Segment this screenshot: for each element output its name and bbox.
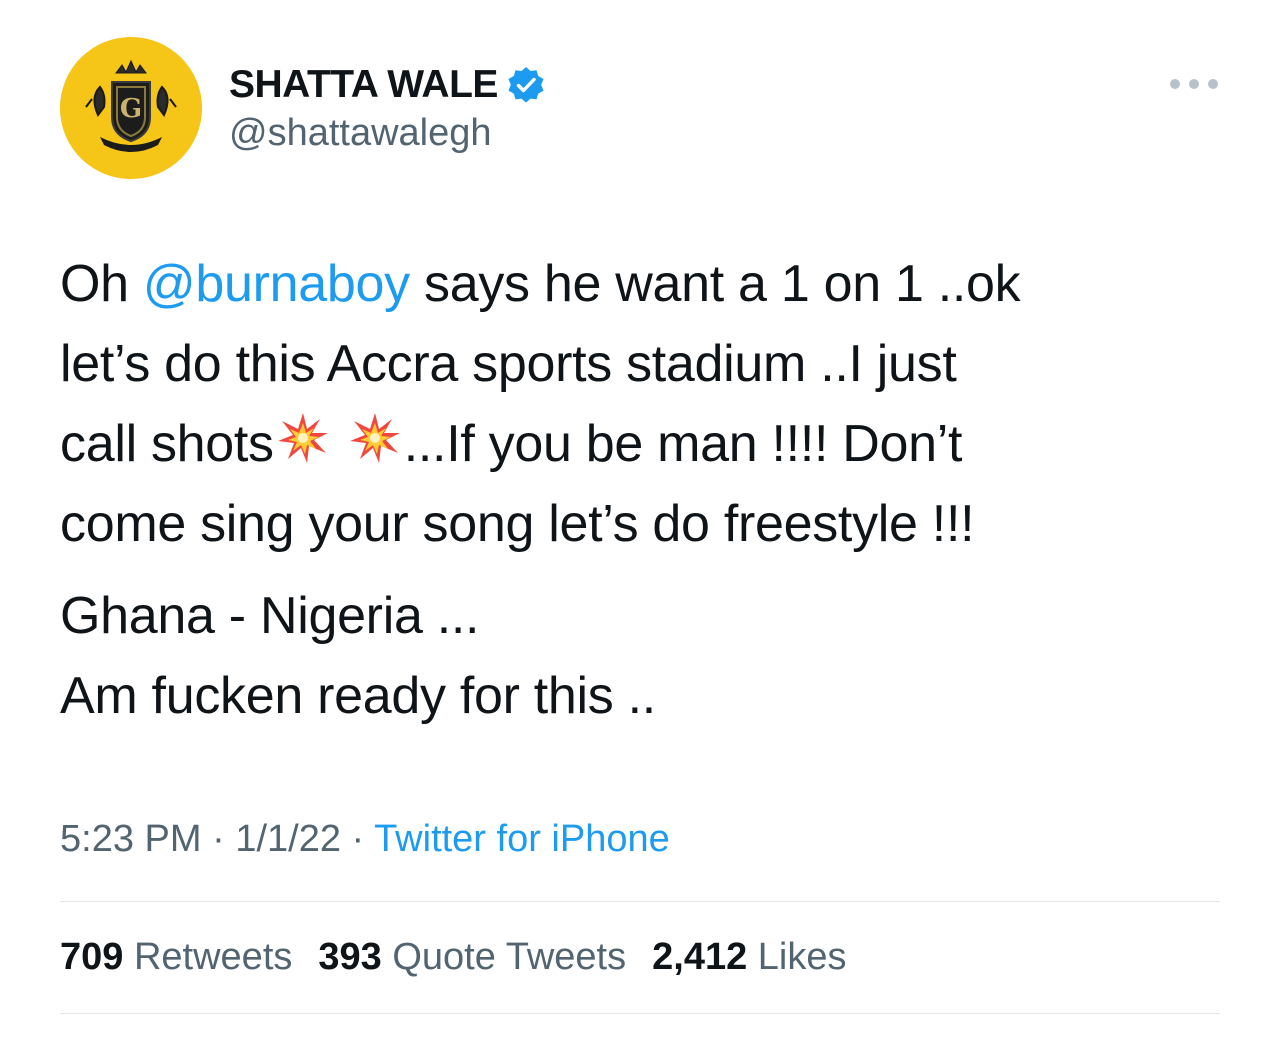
author-handle[interactable]: @shattawalegh [229, 112, 492, 155]
tweet-line-5: Ghana - Nigeria ... [60, 587, 480, 645]
crest-logo-icon: G [60, 37, 202, 179]
avatar[interactable]: G [60, 37, 202, 179]
retweets-stat[interactable]: 709 Retweets [60, 936, 292, 979]
likes-stat[interactable]: 2,412 Likes [652, 936, 846, 979]
tweet-card: G SHATTA WALE @shattawalegh Oh @burnaboy… [0, 0, 1280, 1038]
tweet-line-1: Oh @burnaboy says he want a 1 on 1 ..ok [60, 255, 1021, 313]
more-options-icon[interactable] [1170, 70, 1218, 98]
tweet-line-2: let’s do this Accra sports stadium ..I j… [60, 335, 957, 393]
collision-emoji-icon [346, 409, 404, 467]
tweet-meta: 5:23 PM · 1/1/22 · Twitter for iPhone [60, 818, 670, 860]
verified-badge-icon [506, 65, 546, 105]
tweet-text: Oh @burnaboy says he want a 1 on 1 ..ok … [60, 244, 1230, 736]
quote-tweets-stat[interactable]: 393 Quote Tweets [318, 936, 626, 979]
tweet-line-3: call shots ...If you be man !!!! Don’t [60, 413, 962, 473]
mention-link[interactable]: @burnaboy [143, 255, 410, 313]
divider [60, 901, 1220, 902]
author-name-row: SHATTA WALE [229, 62, 546, 108]
tweet-date[interactable]: 1/1/22 [235, 818, 341, 860]
collision-emoji-icon [274, 409, 332, 467]
tweet-stats: 709 Retweets 393 Quote Tweets 2,412 Like… [60, 936, 873, 979]
tweet-line-6: Am fucken ready for this .. [60, 667, 656, 725]
author-display-name[interactable]: SHATTA WALE [229, 63, 498, 107]
divider [60, 1013, 1220, 1014]
svg-text:G: G [120, 94, 142, 124]
tweet-line-4: come sing your song let’s do freestyle !… [60, 495, 975, 553]
tweet-time[interactable]: 5:23 PM [60, 818, 202, 860]
tweet-source-link[interactable]: Twitter for iPhone [374, 818, 670, 860]
